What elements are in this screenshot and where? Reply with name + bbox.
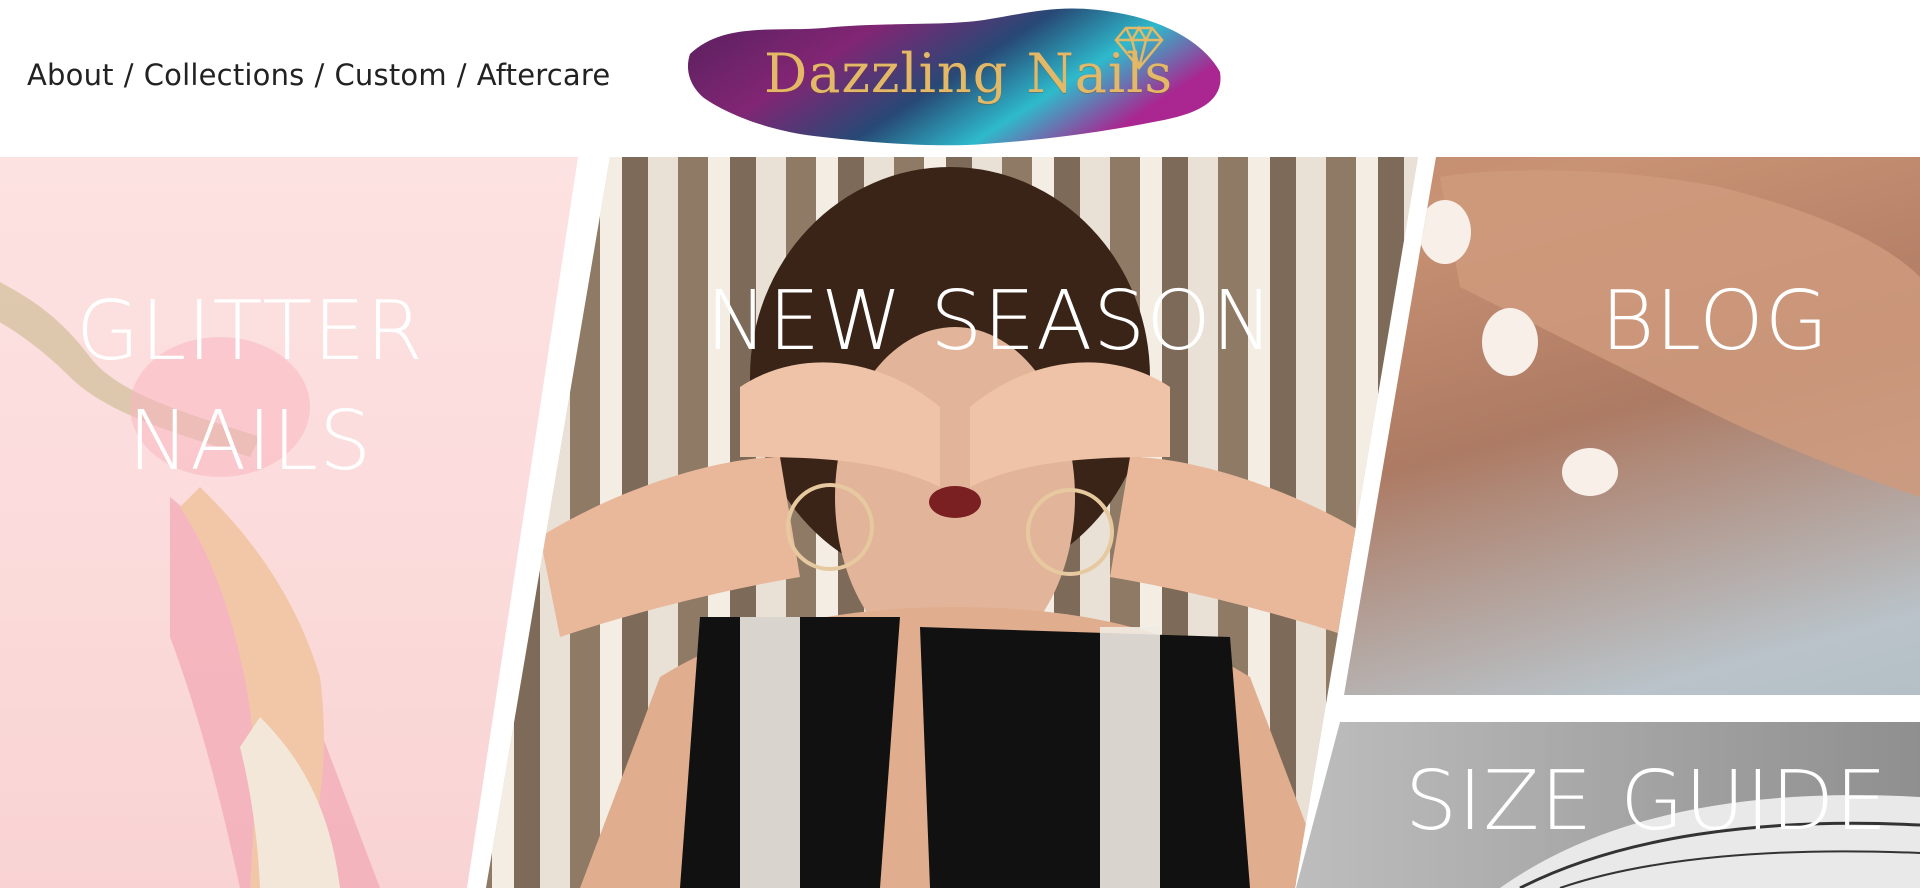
site-logo[interactable]: Dazzling Nails	[684, 2, 1226, 152]
main-nav: About / Collections / Custom / Aftercare	[27, 58, 610, 92]
nav-aftercare-link[interactable]: Aftercare	[477, 58, 611, 92]
nav-collections-link[interactable]: Collections	[144, 58, 305, 92]
site-header: About / Collections / Custom / Aftercare	[0, 0, 1920, 157]
nav-separator: /	[123, 58, 134, 92]
tile-label: NEW SEASON	[705, 274, 1275, 369]
nav-custom-link[interactable]: Custom	[334, 58, 446, 92]
category-tiles: GLITTER NAILS NEW SEASON BLOG SIZE GUIDE	[0, 157, 1920, 888]
nav-separator: /	[314, 58, 325, 92]
logo-text: Dazzling Nails	[764, 42, 1174, 105]
nav-separator: /	[456, 58, 467, 92]
tile-label: BLOG	[1600, 274, 1830, 369]
tile-label: SIZE GUIDE	[1405, 754, 1888, 849]
tile-label: GLITTER NAILS	[76, 284, 424, 489]
nav-about-link[interactable]: About	[27, 58, 114, 92]
